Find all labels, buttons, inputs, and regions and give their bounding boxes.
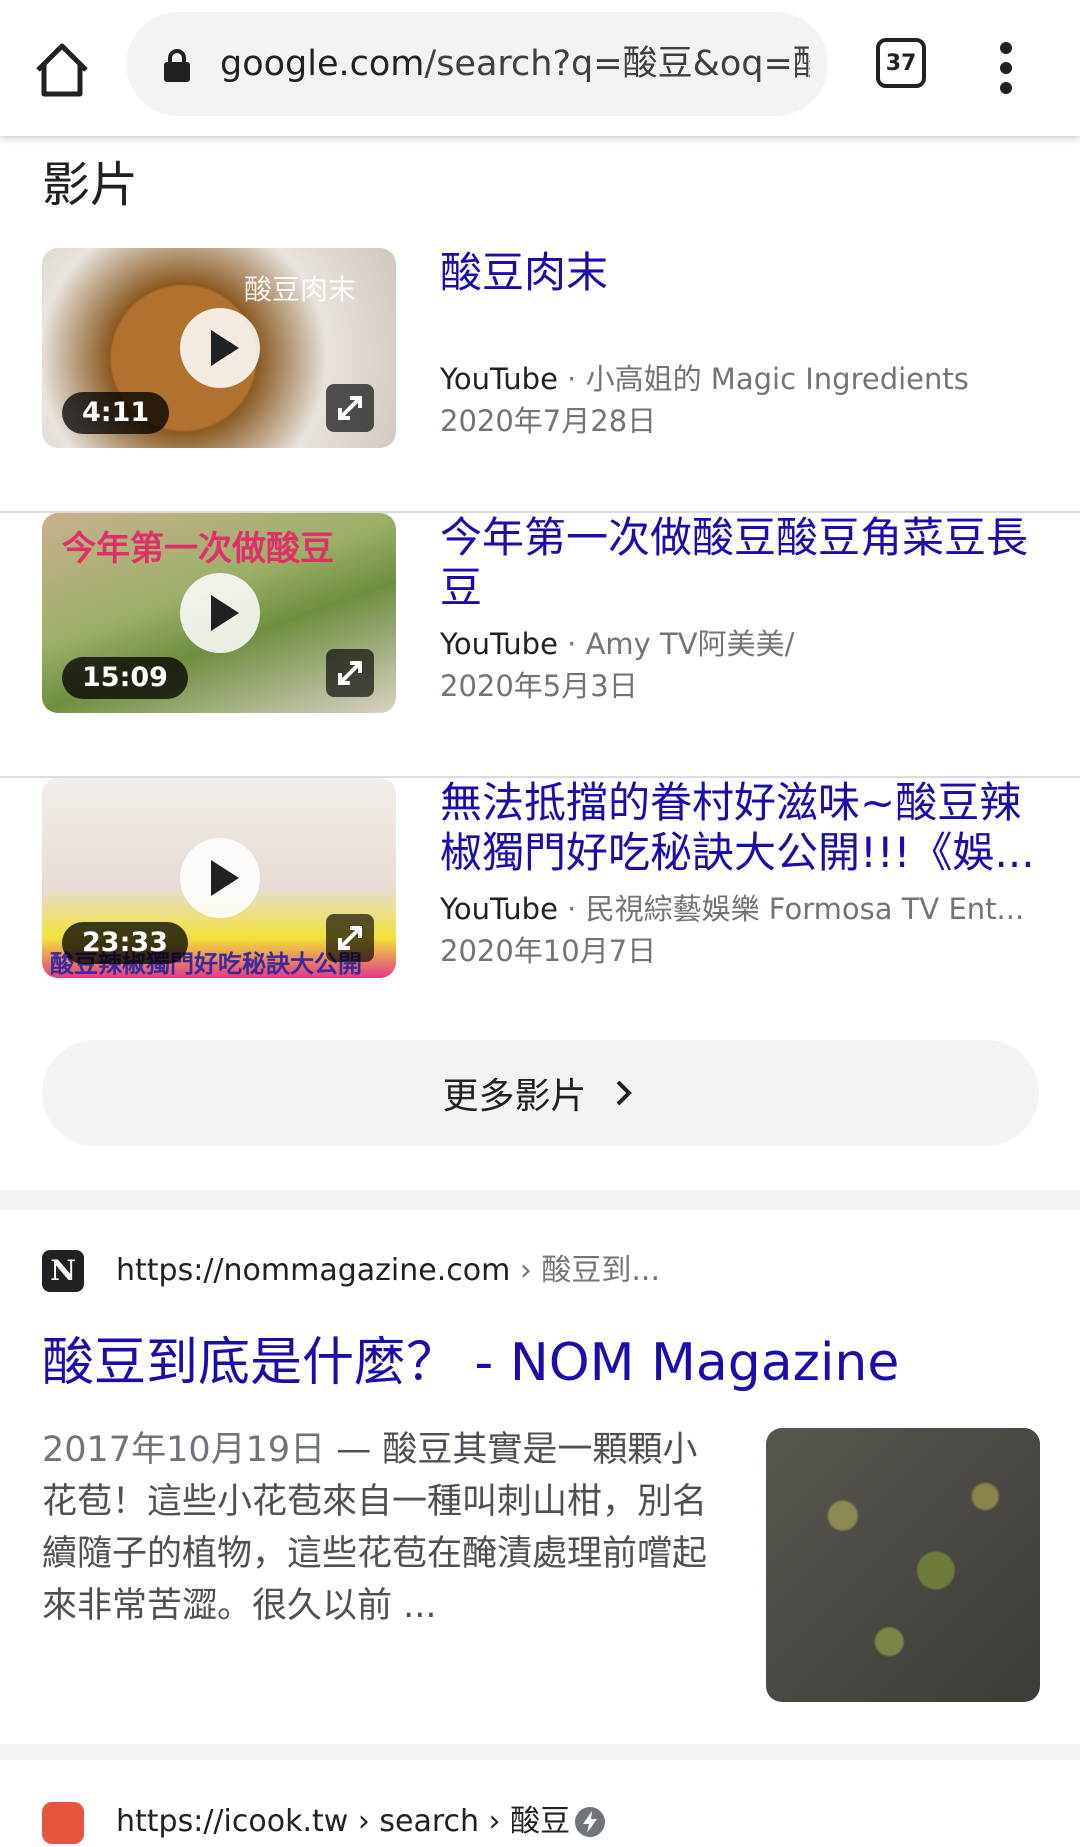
site-favicon	[42, 1802, 84, 1844]
result-thumbnail[interactable]	[766, 1428, 1040, 1702]
video-result-3[interactable]: 酸豆辣椒獨門好吃秘訣大公開 23:33 無法抵擋的眷村好滋味~酸豆辣椒獨門好吃秘…	[0, 778, 1080, 1043]
video-title[interactable]: 酸豆肉末	[440, 248, 1040, 298]
video-meta: YouTube · Amy TV阿美美/	[440, 627, 795, 661]
video-duration: 15:09	[62, 657, 188, 699]
video-title[interactable]: 今年第一次做酸豆酸豆角菜豆長豆	[440, 513, 1040, 613]
video-thumbnail[interactable]: 酸豆肉末 4:11	[42, 248, 396, 448]
more-vert-icon[interactable]	[986, 36, 1026, 100]
web-result-icook: https://icook.tw › search › 酸豆	[0, 1760, 1080, 1847]
video-thumbnail[interactable]: 酸豆辣椒獨門好吃秘訣大公開 23:33	[42, 778, 396, 978]
site-favicon: N	[42, 1250, 84, 1292]
play-icon	[180, 573, 260, 653]
thumbnail-caption: 今年第一次做酸豆	[62, 529, 334, 569]
expand-icon[interactable]	[326, 384, 374, 432]
video-meta: YouTube · 小高姐的 Magic Ingredients	[440, 362, 969, 396]
expand-icon[interactable]	[326, 914, 374, 962]
videos-section-title: 影片	[42, 157, 139, 213]
more-videos-label: 更多影片	[442, 1076, 587, 1117]
video-result-2[interactable]: 今年第一次做酸豆 15:09 今年第一次做酸豆酸豆角菜豆長豆 YouTube ·…	[0, 513, 1080, 778]
video-date: 2020年7月28日	[440, 404, 657, 438]
thumbnail-caption: 酸豆肉末	[244, 273, 357, 306]
video-date: 2020年5月3日	[440, 669, 638, 703]
more-videos-button[interactable]: 更多影片	[42, 1040, 1039, 1146]
result-url[interactable]: https://icook.tw › search › 酸豆	[116, 1800, 570, 1844]
address-bar[interactable]: google.com/search?q=酸豆&oq=酸豆	[126, 12, 828, 116]
expand-icon[interactable]	[326, 649, 374, 697]
video-result-1[interactable]: 酸豆肉末 4:11 酸豆肉末 YouTube · 小高姐的 Magic Ingr…	[0, 248, 1080, 513]
lock-icon	[164, 49, 190, 82]
tab-switcher-button[interactable]: 37	[876, 38, 926, 88]
result-title-link[interactable]: 酸豆到底是什麼？ - NOM Magazine	[42, 1330, 899, 1396]
tab-count: 37	[885, 50, 917, 76]
url-text: google.com/search?q=酸豆&oq=酸豆	[220, 44, 810, 84]
section-divider	[0, 1744, 1080, 1760]
video-meta: YouTube · 民視綜藝娛樂 Formosa TV Ent...	[440, 892, 1025, 926]
video-title[interactable]: 無法抵擋的眷村好滋味~酸豆辣椒獨門好吃秘訣大公開!!!《娛...	[440, 778, 1040, 878]
play-icon	[180, 308, 260, 388]
result-snippet: 2017年10月19日 — 酸豆其實是一顆顆小花苞！這些小花苞來自一種叫刺山柑，…	[42, 1430, 708, 1626]
video-duration: 4:11	[62, 392, 170, 434]
video-thumbnail[interactable]: 今年第一次做酸豆 15:09	[42, 513, 396, 713]
chevron-right-icon	[616, 1080, 632, 1106]
result-url[interactable]: https://nommagazine.com › 酸豆到...	[116, 1249, 660, 1293]
video-date: 2020年10月7日	[440, 934, 657, 968]
browser-toolbar: google.com/search?q=酸豆&oq=酸豆 37	[0, 0, 1080, 136]
web-result-nommagazine: N https://nommagazine.com › 酸豆到... 酸豆到底是…	[0, 1210, 1080, 1740]
amp-lightning-icon	[575, 1807, 605, 1837]
home-icon[interactable]	[30, 38, 94, 102]
play-icon	[180, 838, 260, 918]
section-divider	[0, 1190, 1080, 1210]
video-duration: 23:33	[62, 922, 188, 964]
